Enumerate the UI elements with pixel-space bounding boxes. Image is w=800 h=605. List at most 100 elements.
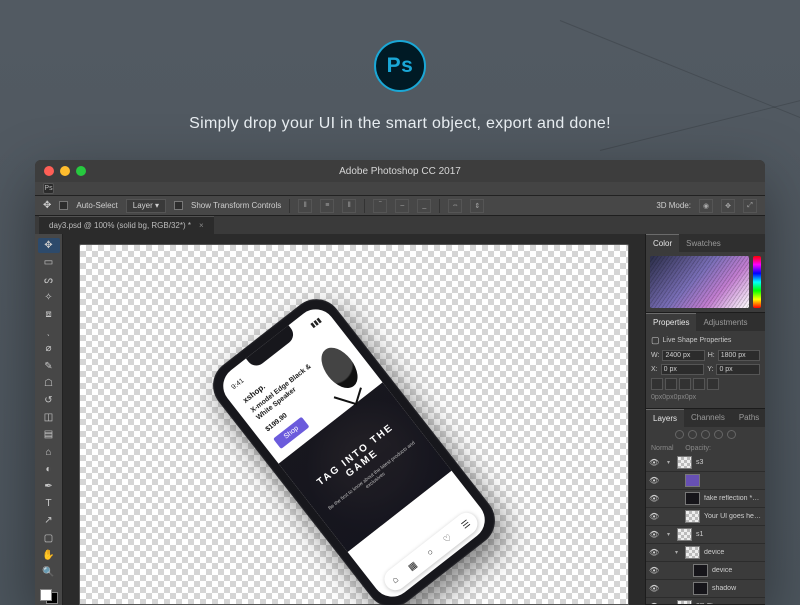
color-field[interactable]: [650, 256, 749, 308]
tool-move[interactable]: ✥: [38, 238, 60, 253]
tool-stamp[interactable]: ☖: [38, 376, 60, 391]
tab-color[interactable]: Color: [646, 234, 679, 252]
tool-eraser[interactable]: ◫: [38, 410, 60, 425]
home-icon[interactable]: Ps: [43, 183, 54, 194]
dock-heart-icon[interactable]: ♡: [441, 532, 454, 546]
tool-hand[interactable]: ✋: [38, 548, 60, 563]
tool-gradient[interactable]: ▤: [38, 427, 60, 442]
foreground-color-swatch[interactable]: [40, 589, 52, 601]
visibility-icon[interactable]: 👁: [649, 566, 659, 575]
align-center-icon[interactable]: ≡: [320, 199, 334, 213]
corner-link-icon[interactable]: [707, 378, 719, 390]
tool-history-brush[interactable]: ↺: [38, 393, 60, 408]
tab-paths[interactable]: Paths: [732, 409, 765, 427]
folder-toggle-icon[interactable]: ▾: [667, 459, 673, 466]
tool-shape[interactable]: ▢: [38, 530, 60, 545]
corner-tl-icon[interactable]: [651, 378, 663, 390]
tool-type[interactable]: T: [38, 496, 60, 511]
prop-w-input[interactable]: [662, 350, 704, 361]
auto-select-target-select[interactable]: Layer ▾: [126, 199, 166, 213]
folder-toggle-icon[interactable]: ▸: [667, 603, 673, 604]
visibility-icon[interactable]: 👁: [649, 512, 659, 521]
move-tool-icon: ✥: [43, 200, 51, 211]
visibility-icon[interactable]: 👁: [649, 530, 659, 539]
close-tab-icon[interactable]: ×: [199, 221, 204, 230]
prop-x-input[interactable]: [661, 364, 705, 375]
folder-toggle-icon[interactable]: ▾: [667, 531, 673, 538]
layer-row[interactable]: 👁▸3D Floor: [646, 598, 765, 604]
tab-swatches[interactable]: Swatches: [679, 234, 728, 252]
corner-tr-icon[interactable]: [665, 378, 677, 390]
tab-channels[interactable]: Channels: [684, 409, 732, 427]
tool-marquee[interactable]: ▭: [38, 255, 60, 270]
color-swatches[interactable]: [39, 588, 59, 605]
corner-bl-icon[interactable]: [693, 378, 705, 390]
document-tab[interactable]: day3.psd @ 100% (solid bg, RGB/32*) * ×: [39, 216, 214, 234]
visibility-icon[interactable]: 👁: [649, 602, 659, 604]
layer-thumb: [693, 564, 708, 577]
layer-row[interactable]: 👁fake reflection *optional: [646, 490, 765, 508]
show-transform-checkbox[interactable]: [174, 201, 183, 210]
tool-pen[interactable]: ✒: [38, 479, 60, 494]
hue-slider[interactable]: [753, 256, 761, 308]
prop-h-input[interactable]: [718, 350, 760, 361]
layer-row[interactable]: 👁Your UI goes here (192...: [646, 508, 765, 526]
layer-row[interactable]: 👁▾device: [646, 544, 765, 562]
dock-home-icon[interactable]: ⌂: [390, 574, 400, 585]
align-top-icon[interactable]: ‾: [373, 199, 387, 213]
tool-lasso[interactable]: ᔕ: [38, 272, 60, 287]
auto-select-checkbox[interactable]: [59, 201, 68, 210]
mode-3d-orbit-icon[interactable]: ◉: [699, 199, 713, 213]
tools-panel: ✥ ▭ ᔕ ✧ ⧈ ˎ ⌀ ✎ ☖ ↺ ◫ ▤ ⌂ ◐ ✒ T ↗ ▢ ✋ 🔍: [35, 234, 63, 605]
align-bottom-icon[interactable]: _: [417, 199, 431, 213]
visibility-icon[interactable]: 👁: [649, 458, 659, 467]
align-left-icon[interactable]: ‖: [298, 199, 312, 213]
layer-row[interactable]: 👁▾s3: [646, 454, 765, 472]
titlebar[interactable]: Adobe Photoshop CC 2017: [35, 160, 765, 182]
layer-filter-icon[interactable]: [675, 430, 684, 439]
distribute-h-icon[interactable]: ⇔: [448, 199, 462, 213]
corner-br-icon[interactable]: [679, 378, 691, 390]
tab-adjustments[interactable]: Adjustments: [696, 313, 754, 331]
align-middle-icon[interactable]: –: [395, 199, 409, 213]
mode-3d-zoom-icon[interactable]: ⤢: [743, 199, 757, 213]
canvas-checker[interactable]: 9:41 ▮▮▮ xshop. X-model Edge Black & Whi…: [79, 244, 629, 605]
visibility-icon[interactable]: 👁: [649, 494, 659, 503]
close-icon[interactable]: [44, 166, 54, 176]
tool-dodge[interactable]: ◐: [38, 462, 60, 477]
folder-toggle-icon[interactable]: ▾: [675, 549, 681, 556]
tool-crop[interactable]: ⧈: [38, 307, 60, 322]
layer-filter-icon[interactable]: [688, 430, 697, 439]
tool-brush[interactable]: ✎: [38, 358, 60, 373]
layer-row[interactable]: 👁: [646, 472, 765, 490]
tool-magic-wand[interactable]: ✧: [38, 290, 60, 305]
tab-properties[interactable]: Properties: [646, 313, 696, 331]
layer-row[interactable]: 👁device: [646, 562, 765, 580]
workspace: ✥ ▭ ᔕ ✧ ⧈ ˎ ⌀ ✎ ☖ ↺ ◫ ▤ ⌂ ◐ ✒ T ↗ ▢ ✋ 🔍: [35, 234, 765, 605]
distribute-v-icon[interactable]: ⇕: [470, 199, 484, 213]
visibility-icon[interactable]: 👁: [649, 584, 659, 593]
dock-menu-icon[interactable]: ☰: [459, 518, 472, 532]
layer-row[interactable]: 👁▾s1: [646, 526, 765, 544]
maximize-icon[interactable]: [76, 166, 86, 176]
layer-thumb: [685, 474, 700, 487]
layer-filter-icon[interactable]: [701, 430, 710, 439]
mode-3d-pan-icon[interactable]: ✥: [721, 199, 735, 213]
visibility-icon[interactable]: 👁: [649, 476, 659, 485]
layer-row[interactable]: 👁shadow: [646, 580, 765, 598]
visibility-icon[interactable]: 👁: [649, 548, 659, 557]
tool-eyedropper[interactable]: ˎ: [38, 324, 60, 339]
prop-y-input[interactable]: [716, 364, 760, 375]
layer-filter-icon[interactable]: [727, 430, 736, 439]
layer-filter-icon[interactable]: [714, 430, 723, 439]
dock-grid-icon[interactable]: ▦: [406, 559, 419, 573]
tool-healing[interactable]: ⌀: [38, 341, 60, 356]
tool-blur[interactable]: ⌂: [38, 444, 60, 459]
tab-layers[interactable]: Layers: [646, 409, 684, 427]
align-right-icon[interactable]: ‖: [342, 199, 356, 213]
dock-circle-icon[interactable]: ○: [425, 547, 435, 558]
tool-path[interactable]: ↗: [38, 513, 60, 528]
minimize-icon[interactable]: [60, 166, 70, 176]
tool-zoom[interactable]: 🔍: [38, 565, 60, 580]
canvas-area[interactable]: 9:41 ▮▮▮ xshop. X-model Edge Black & Whi…: [63, 234, 645, 605]
